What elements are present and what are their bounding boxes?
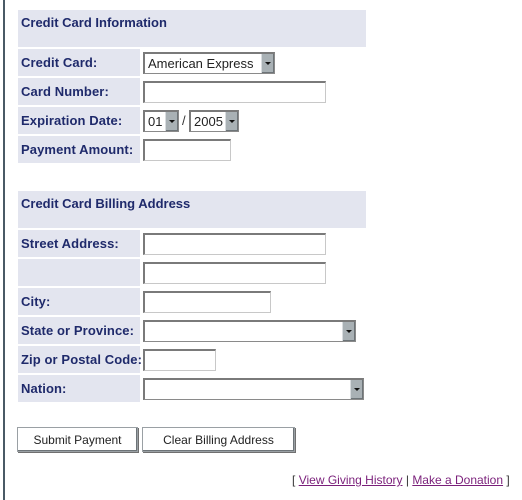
date-separator: / <box>182 113 186 128</box>
row-payment-amount: Payment Amount: <box>18 136 366 163</box>
row-city: City: <box>18 288 366 315</box>
row-state: State or Province: <box>18 317 366 344</box>
payment-amount-input[interactable] <box>143 139 231 161</box>
nation-select[interactable] <box>143 378 364 400</box>
expiration-month-value: 01 <box>148 114 163 129</box>
row-zip: Zip or Postal Code: <box>18 346 366 373</box>
row-credit-card: Credit Card: American Express <box>18 49 366 76</box>
billing-address-section: Credit Card Billing Address Street Addre… <box>18 191 366 404</box>
row-expiration-date: Expiration Date: 01 / 2005 <box>18 107 366 134</box>
label-nation: Nation: <box>18 375 140 402</box>
dropdown-arrow-icon[interactable] <box>165 112 178 131</box>
dropdown-arrow-icon[interactable] <box>225 112 238 131</box>
state-select-value <box>145 322 342 341</box>
expiration-month-select[interactable]: 01 <box>143 110 179 132</box>
expiration-year-value: 2005 <box>194 114 223 129</box>
footer-links: [ View Giving History | Make a Donation … <box>292 473 510 487</box>
view-giving-history-link[interactable]: View Giving History <box>299 473 403 487</box>
street-address-line2-input[interactable] <box>143 262 326 284</box>
row-street-address-2 <box>18 259 366 286</box>
submit-payment-button[interactable]: Submit Payment <box>17 427 138 452</box>
label-payment-amount: Payment Amount: <box>18 136 140 163</box>
label-expiration-date: Expiration Date: <box>18 107 140 134</box>
credit-card-info-section: Credit Card Information Credit Card: Ame… <box>18 10 366 165</box>
label-card-number: Card Number: <box>18 78 140 105</box>
row-card-number: Card Number: <box>18 78 366 105</box>
expiration-year-select[interactable]: 2005 <box>189 110 239 132</box>
zip-input[interactable] <box>143 349 216 371</box>
row-nation: Nation: <box>18 375 366 402</box>
credit-card-select-value: American Express <box>148 56 254 71</box>
label-street-address: Street Address: <box>18 230 140 257</box>
link-separator: | <box>405 473 409 487</box>
label-street-address-2-empty <box>18 259 140 286</box>
label-city: City: <box>18 288 140 315</box>
nation-select-value <box>145 380 350 399</box>
city-input[interactable] <box>143 291 271 313</box>
open-bracket: [ <box>292 473 296 487</box>
close-bracket: ] <box>506 473 510 487</box>
dropdown-arrow-icon[interactable] <box>350 380 363 399</box>
label-zip: Zip or Postal Code: <box>18 346 142 373</box>
dropdown-arrow-icon[interactable] <box>261 54 274 73</box>
section-title-credit-card: Credit Card Information <box>18 10 366 47</box>
credit-card-select[interactable]: American Express <box>143 52 275 74</box>
dropdown-arrow-icon[interactable] <box>342 322 355 341</box>
label-state: State or Province: <box>18 317 140 344</box>
card-number-input[interactable] <box>143 81 326 103</box>
section-title-billing: Credit Card Billing Address <box>18 191 366 228</box>
state-select[interactable] <box>143 320 356 342</box>
make-a-donation-link[interactable]: Make a Donation <box>412 473 503 487</box>
row-street-address: Street Address: <box>18 230 366 257</box>
street-address-line1-input[interactable] <box>143 233 326 255</box>
left-border-rule <box>3 0 5 500</box>
label-credit-card: Credit Card: <box>18 49 140 76</box>
clear-billing-address-button[interactable]: Clear Billing Address <box>142 427 295 452</box>
